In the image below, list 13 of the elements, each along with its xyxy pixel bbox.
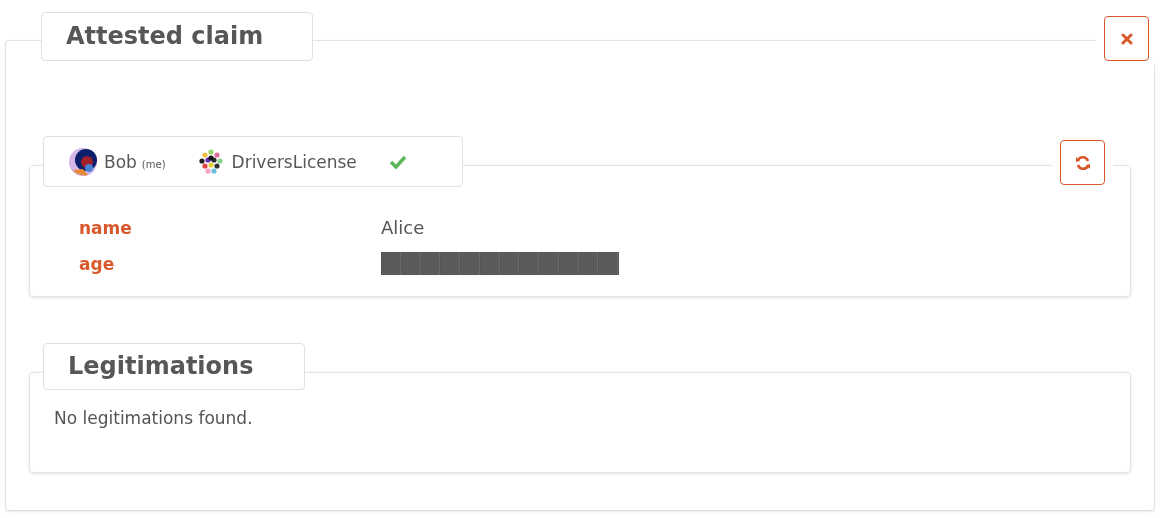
claim-type: DriversLicense (231, 152, 357, 172)
property-value: Alice (381, 217, 426, 238)
owner-note: (me) (141, 158, 166, 170)
panel-title: Attested claim (41, 12, 313, 61)
property-label: age (79, 253, 116, 274)
empty-message: No legitimations found. (54, 408, 254, 428)
close-icon (1120, 32, 1133, 45)
avatar-icon (68, 147, 98, 177)
refresh-icon (1074, 154, 1091, 171)
owner-name: Bob (104, 152, 137, 172)
property-label: name (79, 217, 133, 238)
section-title: Legitimations (43, 343, 305, 390)
dots-icon (197, 149, 224, 175)
